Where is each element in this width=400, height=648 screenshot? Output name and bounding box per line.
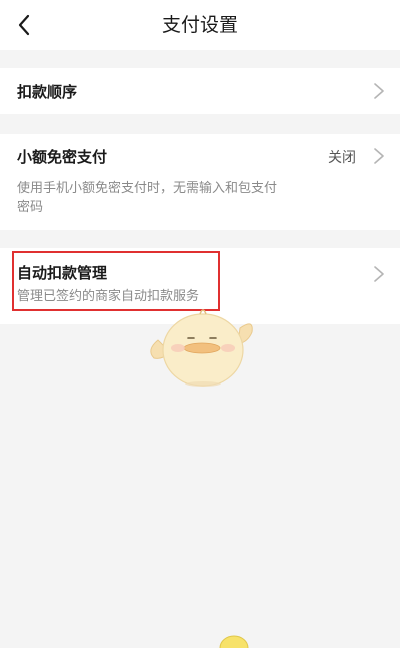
chevron-right-icon [374,83,384,99]
small-amount-free-pay-row[interactable]: 小额免密支付 关闭 使用手机小额免密支付时，无需输入和包支付密码 [0,134,400,230]
chevron-right-icon [374,148,384,164]
header-bar: 支付设置 [0,0,400,50]
small-amount-free-pay-description: 使用手机小额免密支付时，无需输入和包支付密码 [17,181,278,215]
auto-deduction-label: 自动扣款管理 [17,264,108,282]
chevron-right-icon [374,266,384,282]
small-amount-free-pay-label: 小额免密支付 [17,148,108,166]
chick-mascot-icon [150,309,253,387]
deduction-order-label: 扣款顺序 [17,83,78,101]
deduction-order-row[interactable]: 扣款顺序 [0,68,400,114]
small-amount-free-pay-status: 关闭 [328,150,356,166]
page-title: 支付设置 [161,14,238,36]
